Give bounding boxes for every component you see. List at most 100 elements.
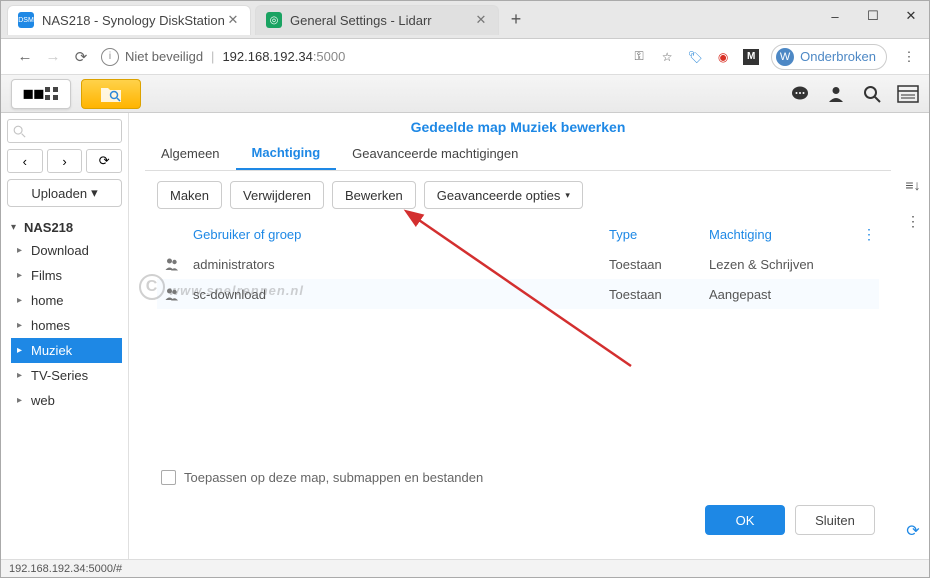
sidebar-forward-button[interactable]: ›	[47, 149, 83, 173]
ok-button[interactable]: OK	[705, 505, 785, 535]
back-button[interactable]: ←	[11, 48, 39, 65]
browser-menu-icon[interactable]: ⋮	[899, 49, 919, 65]
extension-adblock-icon[interactable]: ◉	[715, 49, 731, 65]
cell-user: sc-download	[187, 287, 609, 302]
close-button[interactable]: Sluiten	[795, 505, 875, 535]
edit-button[interactable]: Bewerken	[332, 181, 416, 209]
extension-m-icon[interactable]: M	[743, 49, 759, 65]
chevron-down-icon: ▾	[565, 190, 570, 201]
tree-item-label: TV-Series	[31, 368, 88, 383]
tab-advanced-permissions[interactable]: Geavanceerde machtigingen	[336, 137, 534, 170]
cell-type: Toestaan	[609, 257, 709, 272]
tree-item-homes[interactable]: ▸ homes	[11, 313, 122, 338]
extension-tag-icon[interactable]: 🏷	[687, 49, 703, 65]
dialog-tabs: Algemeen Machtiging Geavanceerde machtig…	[145, 137, 891, 171]
permissions-table: Gebruiker of groep Type Machtiging ⋮ adm…	[157, 219, 879, 460]
tab-close-icon[interactable]: ✕	[474, 12, 488, 28]
profile-label: Onderbroken	[800, 49, 876, 64]
tree-item-label: Muziek	[31, 343, 72, 358]
url-text: 192.168.192.34:5000	[222, 49, 345, 64]
apply-recursive-checkbox-row[interactable]: Toepassen op deze map, submappen en best…	[145, 460, 891, 495]
delete-button[interactable]: Verwijderen	[230, 181, 324, 209]
close-button[interactable]: ✕	[901, 9, 921, 23]
search-icon	[12, 124, 26, 138]
dialog-footer: OK Sluiten	[145, 495, 891, 549]
create-button[interactable]: Maken	[157, 181, 222, 209]
folder-tree: ▾ NAS218 ▸Download▸Films▸home▸homes▸Muzi…	[7, 217, 122, 413]
caret-right-icon: ▸	[17, 245, 27, 256]
cell-permission: Lezen & Schrijven	[709, 257, 879, 272]
folder-search-icon	[100, 85, 122, 103]
header-type[interactable]: Type	[609, 227, 709, 242]
reload-button[interactable]: ⟳	[67, 48, 95, 66]
advanced-options-button[interactable]: Geavanceerde opties ▾	[424, 181, 583, 209]
caret-right-icon: ▸	[17, 370, 27, 381]
caret-down-icon: ▾	[11, 222, 21, 233]
tree-root-label: NAS218	[24, 220, 73, 235]
chat-icon[interactable]	[789, 83, 811, 105]
header-permission[interactable]: Machtiging	[709, 227, 859, 242]
bookmark-star-icon[interactable]: ☆	[659, 49, 675, 65]
widgets-icon[interactable]	[897, 83, 919, 105]
tab-close-icon[interactable]: ✕	[226, 12, 240, 28]
main-panel: Gedeelde map Muziek bewerken Algemeen Ma…	[129, 113, 929, 561]
site-info-icon[interactable]: i	[101, 48, 119, 66]
checkbox[interactable]	[161, 470, 176, 485]
tree-item-home[interactable]: ▸ home	[11, 288, 122, 313]
sort-icon[interactable]: ≡↓	[903, 175, 923, 195]
table-row[interactable]: sc-downloadToestaanAangepast	[157, 279, 879, 309]
apps-grid-icon: ◼◼	[22, 85, 43, 102]
tab-permissions[interactable]: Machtiging	[236, 137, 337, 170]
columns-icon[interactable]: ⋮	[903, 211, 923, 231]
tree-item-label: homes	[31, 318, 70, 333]
browser-statusbar: 192.168.192.34:5000/#	[1, 559, 929, 577]
file-station-button[interactable]	[81, 79, 141, 109]
refresh-icon[interactable]: ⟳	[903, 521, 923, 541]
tree-item-download[interactable]: ▸ Download	[11, 238, 122, 263]
tree-item-films[interactable]: ▸Films	[11, 263, 122, 288]
sidebar-back-button[interactable]: ‹	[7, 149, 43, 173]
tree-item-tv-series[interactable]: ▸ TV-Series	[11, 363, 122, 388]
browser-tab-inactive[interactable]: ◎ General Settings - Lidarr ✕	[255, 5, 499, 35]
browser-profile-chip[interactable]: W Onderbroken	[771, 44, 887, 70]
group-icon	[164, 256, 180, 272]
tab-favicon-dsm: DSM	[18, 12, 34, 28]
key-icon[interactable]: ⚿	[631, 49, 647, 65]
tab-title: General Settings - Lidarr	[290, 13, 474, 28]
sidebar-refresh-button[interactable]: ⟳	[86, 149, 122, 173]
group-icon	[164, 286, 180, 302]
caret-right-icon: ▸	[17, 320, 27, 331]
address-bar[interactable]: i Niet beveiligd | 192.168.192.34:5000	[95, 48, 631, 66]
new-tab-button[interactable]: +	[503, 7, 529, 33]
upload-button[interactable]: Uploaden ▾	[7, 179, 122, 207]
tree-item-web[interactable]: ▸web	[11, 388, 122, 413]
security-status-label: Niet beveiligd	[125, 49, 203, 64]
sidebar-search-input[interactable]	[7, 119, 122, 143]
cell-permission: Aangepast	[709, 287, 879, 302]
browser-tab-active[interactable]: DSM NAS218 - Synology DiskStation ✕	[7, 5, 251, 35]
tree-root-node[interactable]: ▾ NAS218	[7, 217, 122, 238]
apply-recursive-label: Toepassen op deze map, submappen en best…	[184, 470, 483, 485]
caret-right-icon: ▸	[17, 295, 27, 306]
browser-urlbar: ← → ⟳ i Niet beveiligd | 192.168.192.34:…	[1, 39, 929, 75]
forward-button[interactable]: →	[39, 48, 67, 65]
tree-item-muziek[interactable]: ▸Muziek	[11, 338, 122, 363]
tab-title: NAS218 - Synology DiskStation	[42, 13, 226, 28]
search-icon[interactable]	[861, 83, 883, 105]
dialog-toolbar: Maken Verwijderen Bewerken Geavanceerde …	[145, 171, 891, 219]
user-icon[interactable]	[825, 83, 847, 105]
header-user[interactable]: Gebruiker of groep	[187, 227, 609, 242]
apps-grid-icon	[44, 86, 60, 102]
minimize-button[interactable]: –	[825, 9, 845, 23]
tab-general[interactable]: Algemeen	[145, 137, 236, 170]
dialog-title: Gedeelde map Muziek bewerken	[145, 113, 891, 137]
dsm-apps-button[interactable]: ◼◼	[11, 79, 71, 109]
content-area: ‹ › ⟳ Uploaden ▾ ▾ NAS218 ▸Download▸Film…	[1, 113, 929, 561]
column-settings-icon[interactable]: ⋮	[859, 226, 879, 243]
maximize-button[interactable]: ☐	[863, 9, 883, 23]
table-row[interactable]: administratorsToestaanLezen & Schrijven	[157, 249, 879, 279]
tree-item-label: home	[31, 293, 64, 308]
tree-item-label: Films	[31, 268, 62, 283]
tree-item-label: Download	[31, 243, 89, 258]
cell-type: Toestaan	[609, 287, 709, 302]
